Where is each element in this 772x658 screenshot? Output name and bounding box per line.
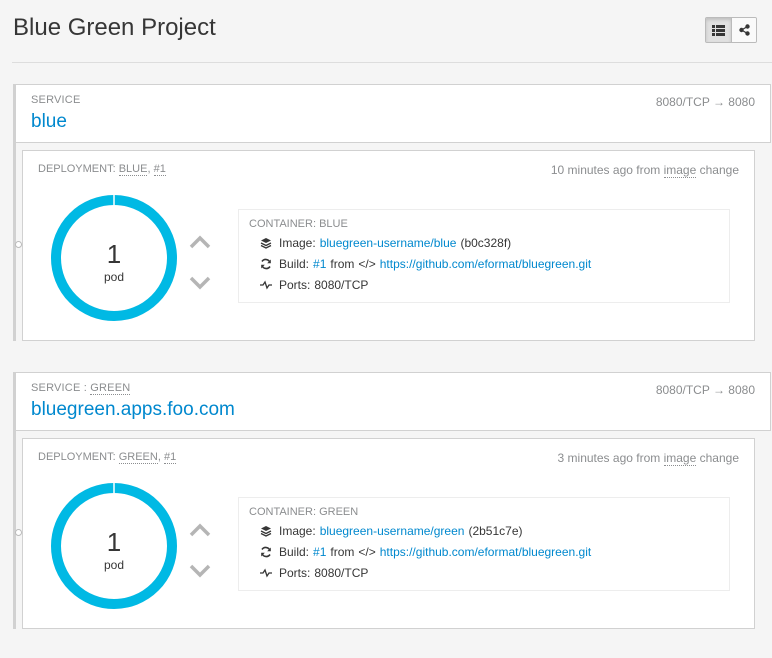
container-box: CONTAINER: GREEN Image: bluegreen-userna…: [238, 497, 730, 591]
ports-row: Ports: 8080/TCP: [259, 278, 368, 292]
list-icon: [712, 24, 725, 36]
pod-label: pod: [103, 270, 125, 284]
service-name-link[interactable]: blue: [31, 111, 67, 133]
image-link[interactable]: bluegreen-username/green: [320, 524, 465, 538]
pod-count: 1: [106, 239, 122, 269]
trigger-link[interactable]: image: [663, 163, 697, 178]
build-row: Build: #1 from </> https://github.com/ef…: [259, 257, 591, 271]
layers-icon: [259, 524, 273, 538]
time-prefix: 3 minutes ago from: [557, 451, 661, 465]
pod-label: pod: [103, 558, 125, 572]
source-repo-link[interactable]: https://github.com/eformat/bluegreen.git: [380, 257, 591, 271]
refresh-icon: [259, 257, 273, 271]
deployment-prefix: DEPLOYMENT:: [38, 451, 116, 463]
deployment-label: DEPLOYMENT: BLUE, #1: [38, 163, 166, 176]
build-label: Build:: [279, 257, 310, 271]
image-id: (2b51c7e): [468, 524, 523, 538]
scale-down-icon[interactable]: [188, 563, 212, 579]
ports-row: Ports: 8080/TCP: [259, 566, 368, 580]
pulse-icon: [259, 278, 273, 292]
source-repo-link[interactable]: https://github.com/eformat/bluegreen.git: [380, 545, 591, 559]
scale-down-icon[interactable]: [188, 275, 212, 291]
service-blue: SERVICE blue 8080/TCP → 8080 DEPLOYMENT:…: [13, 84, 771, 341]
service-label-name[interactable]: GREEN: [90, 382, 131, 395]
refresh-icon: [259, 545, 273, 559]
service-label: SERVICE : GREEN: [31, 382, 131, 395]
connector-dot: [15, 529, 22, 536]
service-ports: 8080/TCP → 8080: [655, 95, 755, 109]
build-from: from: [330, 545, 355, 559]
ports-label: Ports:: [279, 278, 311, 292]
build-from: from: [330, 257, 355, 271]
time-prefix: 10 minutes ago from: [550, 163, 661, 177]
image-row: Image: bluegreen-username/blue (b0c328f): [259, 236, 511, 250]
deployment-time: 10 minutes ago from image change: [550, 163, 739, 178]
topology-view-button[interactable]: [731, 18, 756, 42]
share-icon: [738, 24, 750, 36]
image-label: Image:: [279, 236, 316, 250]
view-toggle: [705, 17, 757, 43]
build-label: Build:: [279, 545, 310, 559]
service-header: SERVICE : GREEN bluegreen.apps.foo.com 8…: [16, 372, 771, 431]
deployment-sep: ,: [157, 451, 161, 463]
header-divider: [12, 62, 772, 63]
deployment-card: DEPLOYMENT: BLUE, #1 10 minutes ago from…: [15, 150, 755, 341]
image-label: Image:: [279, 524, 316, 538]
connector-dot: [15, 241, 22, 248]
container-box: CONTAINER: BLUE Image: bluegreen-usernam…: [238, 209, 730, 303]
service-header: SERVICE blue 8080/TCP → 8080: [16, 84, 771, 143]
image-row: Image: bluegreen-username/green (2b51c7e…: [259, 524, 523, 538]
container-label: CONTAINER: GREEN: [249, 506, 359, 518]
build-link[interactable]: #1: [313, 545, 326, 559]
code-icon: </>: [358, 545, 376, 559]
code-icon: </>: [358, 257, 376, 271]
layers-icon: [259, 236, 273, 250]
ports-value: 8080/TCP: [314, 566, 369, 580]
deployment-time: 3 minutes ago from image change: [557, 451, 739, 466]
scale-up-icon[interactable]: [188, 522, 212, 538]
service-green: SERVICE : GREEN bluegreen.apps.foo.com 8…: [13, 372, 771, 629]
list-view-button[interactable]: [706, 18, 731, 42]
container-label: CONTAINER: BLUE: [249, 218, 348, 230]
deployment-number-link[interactable]: #1: [163, 451, 177, 464]
pod-count: 1: [106, 527, 122, 557]
deployment-label: DEPLOYMENT: GREEN, #1: [38, 451, 177, 464]
time-suffix: change: [699, 163, 739, 177]
service-label: SERVICE: [31, 94, 81, 106]
trigger-link[interactable]: image: [663, 451, 697, 466]
build-link[interactable]: #1: [313, 257, 326, 271]
image-link[interactable]: bluegreen-username/blue: [320, 236, 457, 250]
build-row: Build: #1 from </> https://github.com/ef…: [259, 545, 591, 559]
deployment-number-link[interactable]: #1: [153, 163, 166, 176]
scale-up-icon[interactable]: [188, 234, 212, 250]
deployment-name-link[interactable]: GREEN: [118, 451, 158, 464]
service-ports: 8080/TCP → 8080: [655, 383, 755, 397]
pulse-icon: [259, 566, 273, 580]
image-id: (b0c328f): [460, 236, 512, 250]
deployment-name-link[interactable]: BLUE: [118, 163, 148, 176]
route-link[interactable]: bluegreen.apps.foo.com: [31, 399, 235, 421]
deployment-sep: ,: [147, 163, 151, 175]
deployment-card: DEPLOYMENT: GREEN, #1 3 minutes ago from…: [15, 438, 755, 629]
ports-value: 8080/TCP: [314, 278, 369, 292]
time-suffix: change: [699, 451, 739, 465]
service-label-prefix: SERVICE :: [31, 382, 88, 394]
ports-label: Ports:: [279, 566, 311, 580]
deployment-prefix: DEPLOYMENT:: [38, 163, 116, 175]
page-title: Blue Green Project: [13, 14, 216, 41]
